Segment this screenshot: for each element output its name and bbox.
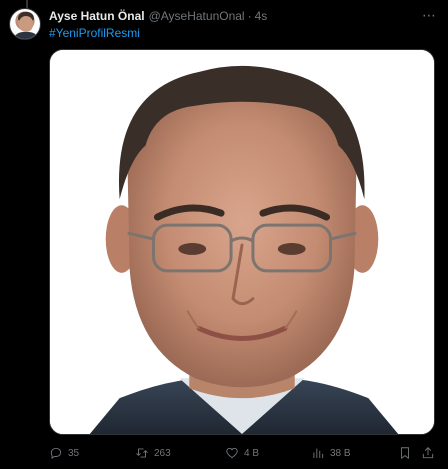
portrait-image (50, 50, 434, 434)
retweet-count: 263 (154, 447, 171, 459)
like-button[interactable]: 4 B (225, 444, 259, 462)
views-chart-icon (313, 448, 324, 459)
hashtag-link[interactable]: #YeniProfilResmi (49, 26, 140, 41)
avatar[interactable] (9, 8, 41, 40)
user-handle[interactable]: @AyseHatunOnal (149, 9, 245, 24)
reply-count: 35 (68, 447, 80, 459)
bookmark-button[interactable] (398, 444, 417, 462)
share-icon (422, 447, 434, 459)
tweet[interactable]: Ayse Hatun Önal @AyseHatunOnal · 4s ⋯ #Y… (0, 0, 448, 469)
timestamp[interactable]: 4s (255, 9, 268, 24)
retweet-icon (136, 448, 148, 458)
retweet-button[interactable]: 263 (135, 444, 171, 462)
separator-dot: · (247, 9, 252, 23)
bookmark-icon (401, 447, 409, 459)
more-icon[interactable]: ⋯ (420, 8, 438, 22)
like-count: 4 B (244, 447, 260, 459)
reply-icon (50, 447, 62, 459)
share-button[interactable] (421, 444, 440, 462)
tweet-header: Ayse Hatun Önal @AyseHatunOnal · 4s (49, 9, 267, 24)
view-count: 38 B (330, 447, 351, 459)
avatar-suit (13, 32, 39, 39)
avatar-face (19, 16, 33, 32)
views-button[interactable]: 38 B (311, 444, 351, 462)
tweet-image[interactable] (49, 49, 435, 435)
heart-icon (226, 447, 238, 459)
action-bar: 35 263 4 B 38 B (49, 444, 435, 462)
reply-button[interactable]: 35 (49, 444, 79, 462)
display-name[interactable]: Ayse Hatun Önal (49, 9, 145, 24)
